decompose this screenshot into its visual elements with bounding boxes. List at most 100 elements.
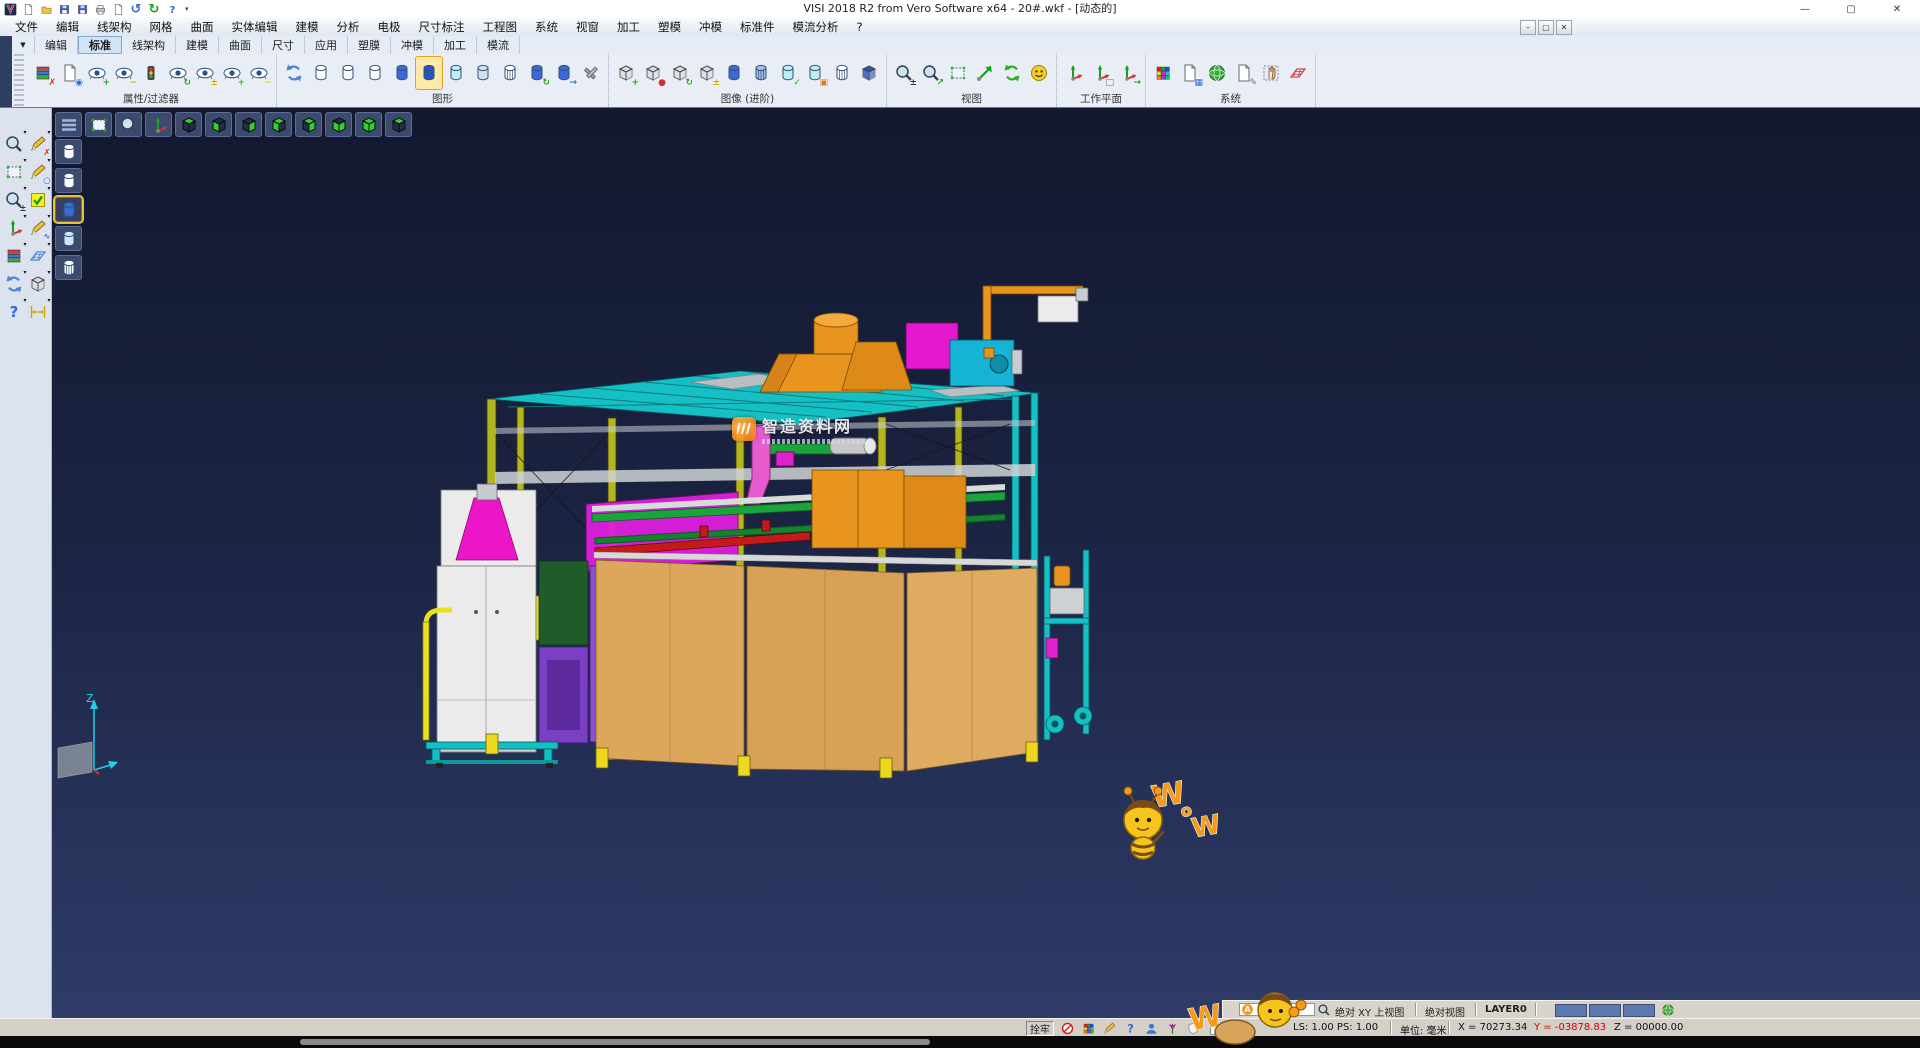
save-button[interactable] [56, 2, 72, 17]
translucent-display-button[interactable] [443, 57, 469, 89]
color-table-button[interactable] [1150, 57, 1176, 89]
menu-item-8[interactable]: 电极 [369, 18, 410, 36]
quick-access-dropdown-icon[interactable]: ▾ [185, 5, 189, 13]
entity-filter-button[interactable] [138, 57, 164, 89]
copy-display-button[interactable]: → [551, 57, 577, 89]
invert-visibility-button[interactable]: ± [192, 57, 218, 89]
menu-item-17[interactable]: 模流分析 [784, 18, 848, 36]
color-swatch-3[interactable] [1623, 1004, 1655, 1017]
solids-button[interactable]: ▾ [27, 271, 50, 297]
view-top-button[interactable] [175, 112, 202, 137]
horizontal-scrollbar-thumb[interactable] [300, 1039, 930, 1045]
refresh-visibility-button[interactable]: ↻ [165, 57, 191, 89]
sketch-button[interactable]: ∿▾ [27, 215, 50, 241]
menu-item-10[interactable]: 工程图 [474, 18, 527, 36]
attributes-button[interactable]: ▾ [3, 243, 26, 269]
save-all-button[interactable] [74, 2, 90, 17]
snap-lock-toggle[interactable]: 拴牢 [1026, 1021, 1054, 1036]
search-input[interactable]: A [1239, 1003, 1315, 1016]
view-menu-button[interactable] [55, 112, 82, 137]
tab-dropdown-icon[interactable]: ▼ [12, 36, 35, 54]
menu-item-9[interactable]: 尺寸标注 [410, 18, 474, 36]
menu-item-12[interactable]: 视窗 [567, 18, 608, 36]
mdi-restore-button[interactable]: ▢ [1538, 20, 1554, 35]
tab-4[interactable]: 曲面 [219, 36, 262, 54]
layer-colors-button[interactable] [1079, 1020, 1097, 1036]
flower-button[interactable] [1163, 1020, 1181, 1036]
menu-item-18[interactable]: ? [848, 18, 872, 36]
wireframe-display-button[interactable] [308, 57, 334, 89]
new-document-button[interactable] [20, 2, 36, 17]
validate-solid-button[interactable]: ✓ [775, 57, 801, 89]
view-front-button[interactable] [235, 112, 262, 137]
toggle-images-button[interactable]: ± [694, 57, 720, 89]
shaded-view-button[interactable] [1026, 57, 1052, 89]
maximize-button[interactable]: ▢ [1828, 0, 1874, 18]
graphics-viewport[interactable]: Z Y 智造资料网 A 绝对 XY 上视图 绝对视图 LAYER0 [52, 108, 1920, 1018]
translucent-mode-button[interactable] [55, 226, 82, 251]
view-iso-button[interactable] [355, 112, 382, 137]
menu-item-5[interactable]: 实体编辑 [223, 18, 287, 36]
dashed-display-button[interactable] [362, 57, 388, 89]
system-options-button[interactable] [1204, 57, 1230, 89]
window-attributes-button[interactable]: ▦ [1177, 57, 1203, 89]
edit-attributes-button[interactable] [1100, 1020, 1118, 1036]
view-mode-label[interactable]: 绝对 XY 上视图 [1335, 1004, 1404, 1018]
update-display-button[interactable]: ↻ [524, 57, 550, 89]
shield-button[interactable] [1184, 1020, 1202, 1036]
menu-item-0[interactable]: 文件 [6, 18, 47, 36]
grid-view-button[interactable]: ▾ [27, 243, 50, 269]
tag-solid-button[interactable]: ▣ [802, 57, 828, 89]
view-back-button[interactable] [265, 112, 292, 137]
hidden-line-display-button[interactable] [335, 57, 361, 89]
view-right-button[interactable] [325, 112, 352, 137]
hide-all-button[interactable]: − [246, 57, 272, 89]
tab-3[interactable]: 建模 [176, 36, 219, 54]
workplane-face-button[interactable]: □ [1088, 57, 1114, 89]
view-left-button[interactable] [295, 112, 322, 137]
workplane-view-button[interactable]: → [1115, 57, 1141, 89]
undo-button[interactable]: ↺ [128, 2, 144, 17]
color-swatch-1[interactable] [1555, 1004, 1587, 1017]
solid-striped-button[interactable] [748, 57, 774, 89]
image-filter-button[interactable]: ● [640, 57, 666, 89]
tab-1[interactable]: 标准 [78, 36, 122, 54]
zoom-window-button[interactable]: ▾ [3, 159, 26, 185]
delete-entity-button[interactable]: ✗▾ [27, 131, 50, 157]
menu-item-6[interactable]: 建模 [287, 18, 328, 36]
zoom-dynamic-button[interactable] [115, 112, 142, 137]
tab-8[interactable]: 冲模 [391, 36, 434, 54]
workplane-xyz-button[interactable] [1061, 57, 1087, 89]
menu-item-14[interactable]: 塑模 [649, 18, 690, 36]
mdi-close-button[interactable]: ✕ [1556, 20, 1572, 35]
wireframe-mode-button[interactable] [55, 139, 82, 164]
active-layer-label[interactable]: LAYER0 [1485, 1004, 1527, 1015]
edit-curve-button[interactable]: ○▾ [27, 159, 50, 185]
display-settings-button[interactable] [578, 57, 604, 89]
help-button[interactable]: ? [164, 2, 180, 17]
shaded-mode-button[interactable] [55, 197, 82, 222]
open-file-button[interactable] [38, 2, 54, 17]
close-button[interactable]: ✕ [1874, 0, 1920, 18]
tab-7[interactable]: 塑膜 [348, 36, 391, 54]
view-bottom-button[interactable] [205, 112, 232, 137]
shaded-edges-display-button[interactable] [416, 57, 442, 89]
show-entities-button[interactable]: + [84, 57, 110, 89]
show-all-button[interactable]: + [219, 57, 245, 89]
redo-button[interactable]: ↻ [146, 2, 162, 17]
refresh-graphics-button[interactable] [281, 57, 307, 89]
regenerate-button[interactable]: ▾ [3, 271, 26, 297]
solid-axis-button[interactable] [721, 57, 747, 89]
mdi-minimize-button[interactable]: – [1520, 20, 1536, 35]
context-help-button[interactable]: ? [1121, 1020, 1139, 1036]
tab-10[interactable]: 模流 [477, 36, 520, 54]
ribbon-drag-handle[interactable] [14, 54, 24, 107]
print-button[interactable] [92, 2, 108, 17]
menu-item-4[interactable]: 曲面 [182, 18, 223, 36]
menu-item-3[interactable]: 网格 [141, 18, 182, 36]
tab-5[interactable]: 尺寸 [262, 36, 305, 54]
tab-2[interactable]: 线架构 [122, 36, 176, 54]
visi-logo-button[interactable] [2, 2, 18, 17]
zoom-in-out-button[interactable]: ± [891, 57, 917, 89]
window-button[interactable] [1205, 1020, 1223, 1036]
